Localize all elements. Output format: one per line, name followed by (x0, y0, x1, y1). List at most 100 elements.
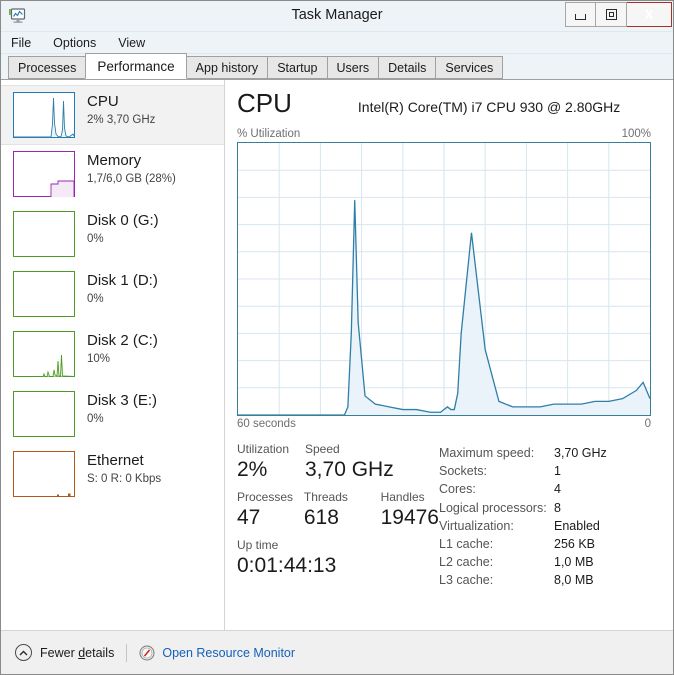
stats-primary: Utilization 2% Speed 3,70 GHz Processes … (237, 442, 439, 590)
stat-label: Up time (237, 538, 279, 552)
stat-threads: Threads 618 (304, 490, 381, 531)
sidebar-item-sublabel: 0% (87, 233, 104, 245)
stat-value: 2% (237, 458, 268, 481)
sidebar-item-label: Disk 3 (E:) (87, 392, 158, 409)
sidebar-item-ethernet[interactable]: Ethernet S: 0 R: 0 Kbps (1, 445, 224, 505)
graph-xright-label: 0 (644, 418, 651, 430)
sidebar-item-disk3[interactable]: Disk 3 (E:) 0% (1, 385, 224, 445)
spec-row: L1 cache: 256 KB (439, 535, 651, 553)
cpu-model-label: Intel(R) Core(TM) i7 CPU 930 @ 2.80GHz (357, 99, 621, 115)
stat-value: 47 (237, 506, 261, 529)
stat-label: Threads (303, 490, 348, 504)
close-button[interactable]: X (627, 2, 672, 27)
sidebar-item-label: CPU (87, 93, 119, 110)
disk2-thumbnail-icon (13, 331, 75, 377)
sidebar-item-cpu[interactable]: CPU 2% 3,70 GHz (1, 85, 224, 145)
fewer-suffix: etails (85, 645, 115, 660)
window-controls: X (565, 2, 672, 27)
stat-uptime: Up time 0:01:44:13 (237, 538, 439, 579)
spec-row: Maximum speed: 3,70 GHz (439, 444, 651, 462)
tab-services[interactable]: Services (435, 56, 504, 79)
disk1-thumbnail-icon (13, 271, 75, 317)
stat-label: Handles (380, 490, 425, 504)
spec-row: L2 cache: 1,0 MB (439, 553, 651, 571)
spec-row: L3 cache: 8,0 MB (439, 571, 651, 589)
spec-value: 256 KB (554, 537, 596, 552)
maximize-restore-button[interactable] (596, 2, 627, 27)
spec-row: Virtualization: Enabled (439, 517, 651, 535)
spec-value: 8,0 MB (554, 573, 594, 588)
sidebar-item-disk2[interactable]: Disk 2 (C:) 10% (1, 325, 224, 385)
stat-value: 19476 (380, 506, 439, 529)
tab-users[interactable]: Users (326, 56, 380, 79)
sidebar-item-disk0[interactable]: Disk 0 (G:) 0% (1, 205, 224, 265)
sidebar-item-sublabel: 2% 3,70 GHz (87, 114, 156, 126)
status-separator (126, 643, 128, 662)
spec-label: L1 cache: (439, 537, 494, 552)
restore-icon (605, 9, 617, 20)
sidebar-item-sublabel: S: 0 R: 0 Kbps (87, 473, 162, 485)
graph-axis-bottom: 60 seconds 0 (237, 418, 651, 430)
graph-ymax-label: 100% (621, 128, 651, 140)
stats-area: Utilization 2% Speed 3,70 GHz Processes … (237, 442, 651, 590)
sidebar-item-cpu-text: CPU 2% 3,70 GHz (87, 92, 155, 128)
disk3-thumbnail-icon (13, 391, 75, 437)
spec-value: 3,70 GHz (554, 446, 607, 460)
sidebar-item-label: Disk 0 (G:) (87, 212, 159, 229)
close-icon: X (644, 7, 654, 22)
spec-row: Logical processors: 8 (439, 499, 651, 517)
graph-axis-top: % Utilization 100% (237, 128, 651, 140)
sidebar-item-sublabel: 0% (87, 293, 104, 305)
sidebar-item-label: Disk 2 (C:) (87, 332, 158, 349)
graph-gridlines (238, 143, 650, 415)
minimize-button[interactable] (565, 2, 596, 27)
resource-monitor-label: Open Resource Monitor (162, 645, 296, 660)
stats-row-1: Utilization 2% Speed 3,70 GHz (237, 442, 439, 483)
tab-processes[interactable]: Processes (8, 56, 87, 79)
sidebar-item-sublabel: 0% (87, 413, 104, 425)
chevron-up-icon (15, 644, 32, 661)
sidebar-item-memory[interactable]: Memory 1,7/6,0 GB (28%) (1, 145, 224, 205)
menu-item-options[interactable]: Options (53, 36, 96, 50)
menu-item-file[interactable]: File (11, 36, 31, 50)
stats-row-3: Up time 0:01:44:13 (237, 538, 439, 579)
menu-item-view[interactable]: View (118, 36, 145, 50)
cpu-utilization-graph[interactable] (237, 142, 651, 416)
open-resource-monitor-link[interactable]: Open Resource Monitor (139, 645, 295, 661)
spec-label: Virtualization: (439, 518, 514, 533)
sidebar-item-sublabel: 1,7/6,0 GB (28%) (87, 173, 176, 185)
sidebar-item-disk2-text: Disk 2 (C:) 10% (87, 331, 158, 367)
performance-panel: CPU Intel(R) Core(TM) i7 CPU 930 @ 2.80G… (225, 80, 673, 630)
spec-value: 8 (554, 500, 561, 515)
tab-startup[interactable]: Startup (267, 56, 328, 79)
tab-performance[interactable]: Performance (85, 53, 187, 79)
memory-thumbnail-icon (13, 151, 75, 197)
tab-details[interactable]: Details (378, 56, 437, 79)
title-bar: Task Manager X (1, 1, 673, 32)
status-bar: Fewer details Open Resource Monitor (1, 630, 673, 674)
spec-label: Maximum speed: (439, 446, 535, 460)
spec-value: Enabled (554, 518, 600, 533)
stat-handles: Handles 19476 (381, 490, 439, 531)
stat-label: Processes (237, 490, 294, 504)
sidebar-item-memory-text: Memory 1,7/6,0 GB (28%) (87, 151, 176, 187)
resource-monitor-icon (139, 645, 155, 661)
sidebar-item-sublabel: 10% (87, 353, 111, 365)
fewer-details-button[interactable]: Fewer details (15, 644, 114, 661)
stat-utilization: Utilization 2% (237, 442, 305, 483)
stat-value: 0:01:44:13 (237, 554, 337, 577)
stat-processes: Processes 47 (237, 490, 304, 531)
stat-value: 3,70 GHz (305, 458, 394, 481)
task-manager-window: Task Manager X File Options View Process… (0, 0, 674, 675)
tab-app-history[interactable]: App history (185, 56, 269, 79)
disk0-thumbnail-icon (13, 211, 75, 257)
fewer-prefix: Fewer (40, 645, 79, 660)
spec-label: Sockets: (439, 464, 487, 479)
cpu-graph-svg (238, 143, 650, 415)
sidebar-item-disk1[interactable]: Disk 1 (D:) 0% (1, 265, 224, 325)
fewer-details-label: Fewer details (40, 646, 114, 660)
content-area: CPU 2% 3,70 GHz Memory 1,7/6,0 GB (28%) (1, 80, 673, 630)
spec-row: Sockets: 1 (439, 462, 651, 480)
spec-label: Cores: (439, 482, 476, 497)
spec-value: 1,0 MB (554, 555, 594, 570)
